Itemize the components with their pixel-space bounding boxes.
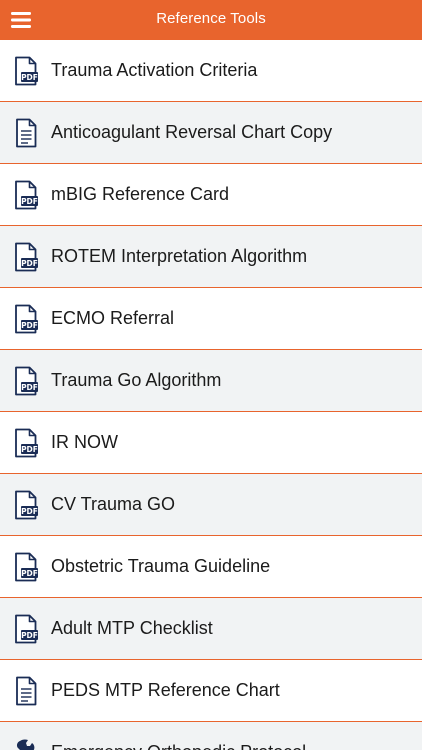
list-item-label: Trauma Go Algorithm [51,369,222,390]
list-item[interactable]: PDF Trauma Activation Criteria [0,40,422,102]
list-item-label: Adult MTP Checklist [51,617,213,638]
wrench-icon [12,738,40,750]
list-item-label: PEDS MTP Reference Chart [51,679,280,700]
list-item[interactable]: PDF IR NOW [0,412,422,474]
list-item-label: ECMO Referral [51,307,175,328]
list-item-label: Trauma Activation Criteria [51,59,258,80]
pdf-file-icon: PDF [12,242,40,272]
list-item[interactable]: PDF mBIG Reference Card [0,164,422,226]
list-item-label: IR NOW [51,431,118,452]
list-item[interactable]: Emergency Orthopedic Protocol [0,722,422,750]
svg-text:PDF: PDF [21,445,38,454]
svg-text:PDF: PDF [21,569,38,578]
document-icon [12,676,40,706]
document-icon [12,118,40,148]
svg-text:PDF: PDF [21,259,38,268]
pdf-file-icon: PDF [12,490,40,520]
app-header: Reference Tools [0,0,422,40]
svg-text:PDF: PDF [21,631,38,640]
svg-text:PDF: PDF [21,383,38,392]
pdf-file-icon: PDF [12,366,40,396]
svg-text:PDF: PDF [21,507,38,516]
list-item-label: Emergency Orthopedic Protocol [51,741,306,750]
pdf-file-icon: PDF [12,552,40,582]
list-item[interactable]: PDF CV Trauma GO [0,474,422,536]
pdf-file-icon: PDF [12,56,40,86]
list-item-label: mBIG Reference Card [51,183,230,204]
pdf-file-icon: PDF [12,428,40,458]
list-item[interactable]: PEDS MTP Reference Chart [0,660,422,722]
svg-text:PDF: PDF [21,321,38,330]
page-title: Reference Tools [156,10,266,27]
pdf-file-icon: PDF [12,304,40,334]
list-item[interactable]: Anticoagulant Reversal Chart Copy [0,102,422,164]
pdf-file-icon: PDF [12,180,40,210]
list-item[interactable]: PDF ECMO Referral [0,288,422,350]
list-item[interactable]: PDF Obstetric Trauma Guideline [0,536,422,598]
svg-text:PDF: PDF [21,73,38,82]
list-item[interactable]: PDF ROTEM Interpretation Algorithm [0,226,422,288]
list-item-label: Obstetric Trauma Guideline [51,555,271,576]
svg-text:PDF: PDF [21,197,38,206]
list-item[interactable]: PDF Trauma Go Algorithm [0,350,422,412]
list-item-label: ROTEM Interpretation Algorithm [51,245,308,266]
pdf-file-icon: PDF [12,614,40,644]
reference-list: PDF Trauma Activation Criteria Anticoagu… [0,40,422,750]
list-item-label: Anticoagulant Reversal Chart Copy [51,121,333,142]
list-item[interactable]: PDF Adult MTP Checklist [0,598,422,660]
list-item-label: CV Trauma GO [51,493,176,514]
